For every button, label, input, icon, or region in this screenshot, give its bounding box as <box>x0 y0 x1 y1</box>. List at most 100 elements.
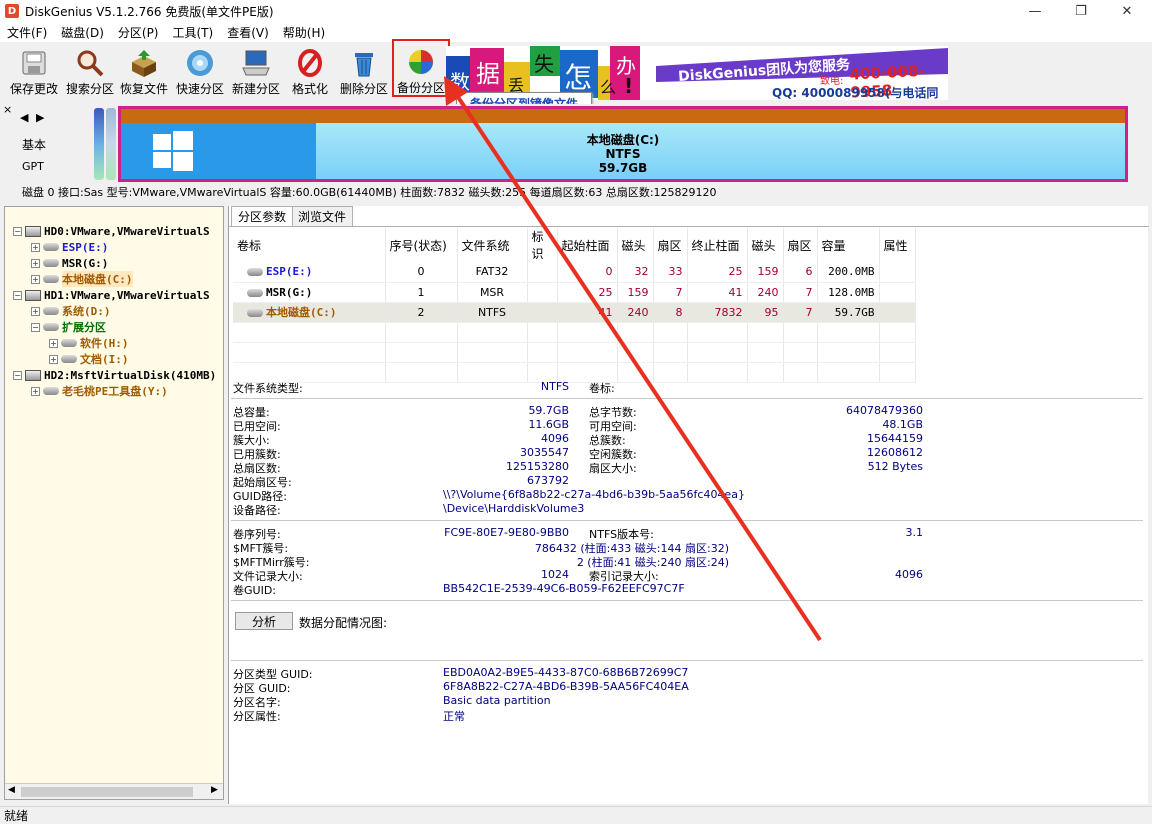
tab-browse-files[interactable]: 浏览文件 <box>291 206 354 226</box>
cell-attr <box>879 302 916 323</box>
tree-item[interactable]: − HD0:VMware,VMwareVirtualS <box>13 223 210 239</box>
search-partition-button[interactable]: 搜索分区 <box>62 47 118 97</box>
col-end-sec[interactable]: 扇区 <box>783 228 818 262</box>
row-label: 本地磁盘(C:) <box>266 306 337 319</box>
col-fs[interactable]: 文件系统 <box>457 228 528 262</box>
row-label: ESP(E:) <box>266 265 313 279</box>
col-id[interactable]: 标识 <box>527 228 558 262</box>
format-button[interactable]: 格式化 <box>282 47 338 97</box>
cell-label: MSR(G:) <box>233 282 386 303</box>
msr-bar[interactable] <box>106 108 116 180</box>
backup-partition-button[interactable]: 备份分区 <box>392 39 450 97</box>
expand-icon[interactable]: − <box>13 226 22 236</box>
part-name-value: Basic data partition <box>443 694 551 707</box>
menu-view[interactable]: 查看(V) <box>220 24 276 41</box>
tree-item-label: 老毛桃PE工具盘(Y:) <box>62 385 168 398</box>
next-disk-icon[interactable]: ▶ <box>36 111 44 124</box>
col-end-cyl[interactable]: 终止柱面 <box>687 228 748 262</box>
col-start-cyl[interactable]: 起始柱面 <box>557 228 618 262</box>
status-text: 就绪 <box>4 809 29 823</box>
partition-icon <box>43 307 59 315</box>
expand-icon[interactable]: − <box>13 290 22 300</box>
cell-label: ESP(E:) <box>233 262 386 283</box>
part-attr-label: 分区属性: <box>233 710 281 723</box>
cell-id <box>527 262 558 283</box>
cell-start-sec: 33 <box>653 262 688 283</box>
tree-item[interactable]: − 扩展分区 <box>31 319 106 335</box>
col-end-head[interactable]: 磁头 <box>747 228 784 262</box>
cell-end-sec: 7 <box>783 302 818 323</box>
expand-icon[interactable]: + <box>31 242 40 252</box>
tree-hscrollbar[interactable]: ◀ ▶ <box>5 783 223 799</box>
scroll-thumb[interactable] <box>21 787 193 797</box>
device-path-label: 设备路径: <box>233 504 281 517</box>
file-rec-value: 1024 <box>541 568 569 581</box>
maximize-button[interactable]: ❐ <box>1058 0 1104 22</box>
col-label[interactable]: 卷标 <box>233 228 386 262</box>
new-partition-button[interactable]: 新建分区 <box>228 47 284 97</box>
cell-fs: NTFS <box>457 302 528 323</box>
tree-item[interactable]: + 系统(D:) <box>31 303 111 319</box>
prev-disk-icon[interactable]: ◀ <box>20 111 28 124</box>
menu-disk[interactable]: 磁盘(D) <box>54 24 111 41</box>
expand-icon[interactable]: + <box>31 274 40 284</box>
banner-char-4: 失 <box>534 52 554 76</box>
close-button[interactable]: ✕ <box>1104 0 1150 22</box>
partition-table: 卷标 序号(状态) 文件系统 标识 起始柱面 磁头 扇区 终止柱面 磁头 扇区 … <box>233 228 916 383</box>
tree-item[interactable]: − HD2:MsftVirtualDisk(410MB) <box>13 367 216 383</box>
col-size[interactable]: 容量 <box>817 228 880 262</box>
expand-icon[interactable]: − <box>13 370 22 380</box>
menu-tools[interactable]: 工具(T) <box>166 24 221 41</box>
table-row[interactable]: 本地磁盘(C:) 2 NTFS 41 240 8 7832 95 7 59.7GB <box>233 302 916 323</box>
tree-item[interactable]: + 老毛桃PE工具盘(Y:) <box>31 383 168 399</box>
menu-partition[interactable]: 分区(P) <box>111 24 166 41</box>
save-changes-button[interactable]: 保存更改 <box>6 47 62 97</box>
cell-end-sec: 6 <box>783 262 818 283</box>
close-panel-icon[interactable]: × <box>3 103 12 116</box>
tree-item[interactable]: − HD1:VMware,VMwareVirtualS <box>13 287 210 303</box>
partition-c-name: 本地磁盘(C:) <box>586 133 660 147</box>
col-attr[interactable]: 属性 <box>879 228 916 262</box>
tab-partition-params[interactable]: 分区参数 <box>231 206 294 226</box>
esp-bar[interactable] <box>94 108 104 180</box>
fs-type-label: 文件系统类型: <box>233 382 303 395</box>
title-bar: D DiskGenius V5.1.2.766 免费版(单文件PE版) — ❐ … <box>0 0 1152 22</box>
tree-item[interactable]: + 文档(I:) <box>49 351 129 367</box>
hard-disk-icon <box>25 289 41 301</box>
vol-label-label: 卷标: <box>589 382 615 395</box>
cell-end-head: 95 <box>747 302 784 323</box>
col-index[interactable]: 序号(状态) <box>385 228 458 262</box>
recover-files-button[interactable]: 恢复文件 <box>116 47 172 97</box>
quick-partition-button[interactable]: 快速分区 <box>172 47 228 97</box>
expand-icon[interactable]: + <box>31 258 40 268</box>
cell-start-head: 159 <box>617 282 654 303</box>
format-icon <box>294 47 326 78</box>
scroll-left-icon[interactable]: ◀ <box>8 785 15 795</box>
expand-icon[interactable]: + <box>49 354 58 364</box>
expand-icon[interactable]: + <box>31 306 40 316</box>
partition-icon <box>247 309 263 317</box>
col-start-sec[interactable]: 扇区 <box>653 228 688 262</box>
expand-icon[interactable]: + <box>31 386 40 396</box>
menu-help[interactable]: 帮助(H) <box>276 24 332 41</box>
cell-index: 0 <box>385 262 458 283</box>
tree-item[interactable]: + ESP(E:) <box>31 239 108 255</box>
vol-guid-value: BB542C1E-2539-49C6-B059-F62EEFC97C7F <box>443 582 685 595</box>
partition-c-block[interactable]: 本地磁盘(C:) NTFS 59.7GB <box>118 106 1128 182</box>
scroll-right-icon[interactable]: ▶ <box>211 785 218 795</box>
cell-id <box>527 282 558 303</box>
expand-icon[interactable]: − <box>31 322 40 332</box>
guid-path-value: \\?\Volume{6f8a8b22-c27a-4bd6-b39b-5aa56… <box>443 488 745 501</box>
analyze-button[interactable]: 分析 <box>235 612 293 630</box>
delete-partition-button[interactable]: 删除分区 <box>336 47 392 97</box>
table-row[interactable]: MSR(G:) 1 MSR 25 159 7 41 240 7 128.0MB <box>233 282 916 303</box>
tree-item[interactable]: + 软件(H:) <box>49 335 129 351</box>
expand-icon[interactable]: + <box>49 338 58 348</box>
minimize-button[interactable]: — <box>1012 0 1058 22</box>
tree-item[interactable]: + 本地磁盘(C:) <box>31 271 133 287</box>
tree-item[interactable]: + MSR(G:) <box>31 255 108 271</box>
table-row[interactable]: ESP(E:) 0 FAT32 0 32 33 25 159 6 200.0MB <box>233 262 916 283</box>
partition-c-size: 59.7GB <box>598 161 648 175</box>
menu-file[interactable]: 文件(F) <box>0 24 54 41</box>
col-start-head[interactable]: 磁头 <box>617 228 654 262</box>
